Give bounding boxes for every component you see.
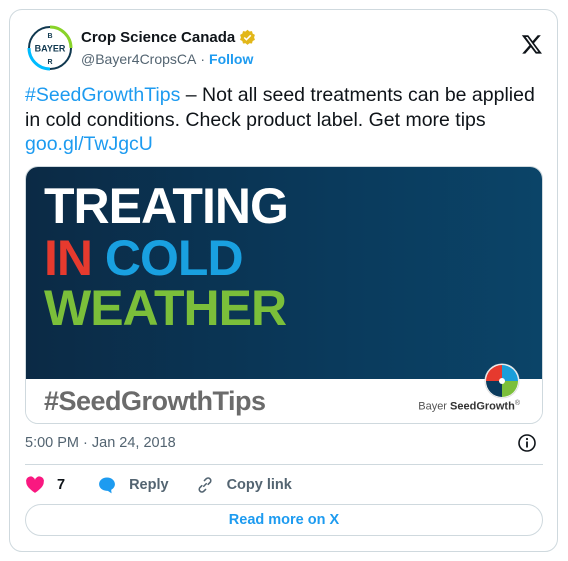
tweet-header: BAYER B R Crop Science Canada @Bayer4Cro…: [25, 23, 543, 73]
verified-badge-icon: [240, 29, 256, 45]
brand-text: Bayer SeedGrowth®: [418, 400, 520, 413]
tweet-url-link[interactable]: goo.gl/TwJgcU: [25, 133, 153, 155]
reply-label: Reply: [129, 477, 169, 493]
headline-cold: COLD: [104, 230, 244, 286]
brand-name: SeedGrowth: [450, 400, 515, 413]
like-button[interactable]: 7: [25, 475, 65, 495]
headline-line-2: IN COLD: [44, 230, 244, 286]
divider: [25, 464, 543, 465]
reply-icon: [99, 477, 115, 494]
name-row: Crop Science Canada: [81, 29, 256, 46]
handle-row: @Bayer4CropsCA · Follow: [81, 51, 253, 67]
copy-link-button[interactable]: Copy link: [195, 475, 292, 495]
hashtag-link[interactable]: #SeedGrowthTips: [25, 84, 180, 106]
svg-text:BAYER: BAYER: [35, 44, 66, 54]
headline-line-3: WEATHER: [44, 280, 287, 336]
brand-mark: ®: [514, 400, 520, 407]
tweet-media-image[interactable]: TREATING IN COLD WEATHER #SeedGrowthTips…: [25, 166, 543, 424]
media-banner: TREATING IN COLD WEATHER: [26, 167, 542, 379]
link-icon: [198, 477, 212, 493]
action-bar: 7 Reply Copy link: [25, 474, 314, 496]
handle[interactable]: @Bayer4CropsCA: [81, 51, 196, 67]
brand-prefix: Bayer: [418, 400, 451, 413]
headline-in: IN: [44, 230, 93, 286]
follow-button[interactable]: Follow: [209, 51, 253, 67]
read-more-button[interactable]: Read more on X: [25, 504, 543, 536]
tweet-timestamp[interactable]: 5:00 PM · Jan 24, 2018: [25, 435, 176, 451]
headline-line-1: TREATING: [44, 178, 289, 234]
tweet-card: BAYER B R Crop Science Canada @Bayer4Cro…: [9, 9, 558, 552]
info-icon[interactable]: [517, 433, 537, 453]
svg-text:R: R: [47, 59, 52, 66]
svg-text:B: B: [47, 33, 52, 40]
separator-dot: ·: [200, 51, 206, 67]
tweet-text: #SeedGrowthTips – Not all seed treatment…: [25, 83, 540, 157]
copy-link-label: Copy link: [226, 477, 292, 493]
seedgrowth-logo-icon: [484, 363, 520, 399]
bayer-logo-icon[interactable]: BAYER B R: [27, 25, 73, 71]
heart-icon: [26, 476, 44, 493]
display-name[interactable]: Crop Science Canada: [81, 29, 235, 46]
x-logo-icon[interactable]: [521, 33, 543, 55]
reply-button[interactable]: Reply: [97, 475, 169, 495]
media-hashtag: #SeedGrowthTips: [44, 386, 266, 416]
like-count: 7: [57, 477, 66, 493]
